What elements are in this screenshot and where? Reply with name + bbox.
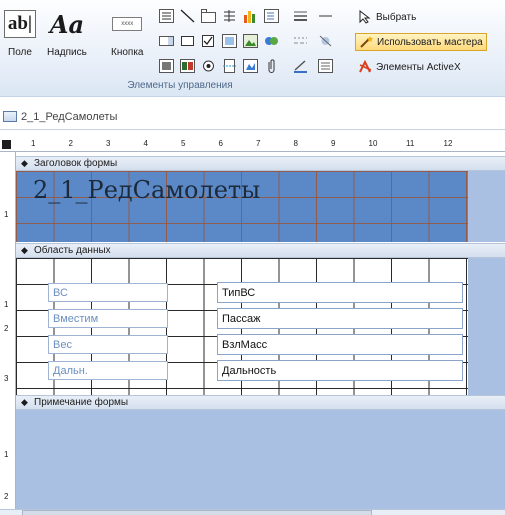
detail-section-label: Область данных xyxy=(34,245,111,256)
select-command[interactable]: Выбрать xyxy=(355,8,419,26)
horizontal-scrollbar[interactable] xyxy=(0,509,505,515)
detail-section-bar[interactable]: ◆ Область данных xyxy=(16,243,505,258)
textbox-icon: ab| xyxy=(4,10,36,38)
ribbon-controls-group: ab| Поле Aa Надпись xxxx Кнопка Выбрать … xyxy=(0,0,505,97)
field-button-label: Поле xyxy=(8,47,32,58)
ruler-mark: 10 xyxy=(368,139,378,148)
label-weight[interactable]: Вес xyxy=(48,335,168,354)
form-footer-section[interactable] xyxy=(16,410,505,509)
form-footer-bar[interactable]: ◆ Примечание формы xyxy=(16,395,505,410)
use-wizards-command[interactable]: Использовать мастера xyxy=(355,33,487,51)
line-tool-icon[interactable] xyxy=(179,8,196,24)
button-icon: xxxx xyxy=(112,17,143,31)
vertical-ruler[interactable]: 1 1 2 3 1 2 xyxy=(0,152,16,515)
magic-wand-icon xyxy=(358,35,374,49)
properties-icon[interactable] xyxy=(317,58,334,74)
ruler-mark: 1 xyxy=(4,300,9,309)
ruler-mark: 9 xyxy=(331,139,336,148)
toggle-button-icon[interactable] xyxy=(158,58,175,74)
label-icon: Aa xyxy=(49,9,84,39)
field-passengers[interactable]: Пассаж xyxy=(217,308,463,329)
line-type-icon[interactable] xyxy=(317,8,334,24)
special-effect-icon[interactable] xyxy=(317,33,334,49)
form-document-tab[interactable]: 2_1_РедСамолеты xyxy=(0,104,505,130)
combo-box-icon[interactable] xyxy=(158,33,175,49)
subform-icon[interactable] xyxy=(263,8,280,24)
pointer-icon xyxy=(357,10,373,24)
label-vs[interactable]: ВС xyxy=(48,283,168,302)
use-wizards-label: Использовать мастера xyxy=(377,36,483,48)
image-icon[interactable] xyxy=(242,33,259,49)
form-header-label: Заголовок формы xyxy=(34,158,118,169)
ruler-mark: 8 xyxy=(293,139,298,148)
ruler-mark: 2 xyxy=(4,492,9,501)
option-group-icon[interactable] xyxy=(221,8,238,24)
ruler-mark: 3 xyxy=(106,139,111,148)
ruler-mark: 1 xyxy=(4,210,9,219)
ruler-mark: 1 xyxy=(31,139,36,148)
form-tab-title: 2_1_РедСамолеты xyxy=(21,110,118,123)
ruler-mark: 4 xyxy=(143,139,148,148)
ruler-mark: 7 xyxy=(256,139,261,148)
ruler-mark: 1 xyxy=(4,450,9,459)
ruler-mark: 2 xyxy=(68,139,73,148)
option-button-icon[interactable] xyxy=(200,58,217,74)
caption-button[interactable]: Aa Надпись xyxy=(47,4,87,59)
list-box-icon[interactable] xyxy=(158,8,175,24)
hyperlink-icon[interactable] xyxy=(263,33,280,49)
scrollbar-thumb[interactable] xyxy=(22,510,372,515)
ruler-mark: 2 xyxy=(4,324,9,333)
paperclip-icon[interactable] xyxy=(263,58,280,74)
rectangle-icon[interactable] xyxy=(179,33,196,49)
field-takeoff-mass[interactable]: ВзлМасс xyxy=(217,334,463,355)
activex-command[interactable]: Элементы ActiveX xyxy=(355,58,464,76)
tab-control-icon[interactable] xyxy=(200,8,217,24)
label-range[interactable]: Дальн. xyxy=(48,361,168,380)
section-arrow-icon: ◆ xyxy=(21,158,28,168)
ruler-mark: 6 xyxy=(218,139,223,148)
line-thickness-icon[interactable] xyxy=(292,8,309,24)
ruler-mark: 3 xyxy=(4,374,9,383)
caption-button-label: Надпись xyxy=(47,47,87,58)
checkbox-icon[interactable] xyxy=(200,33,217,49)
activex-label: Элементы ActiveX xyxy=(376,61,461,73)
field-range[interactable]: Дальность xyxy=(217,360,463,381)
form-footer-label: Примечание формы xyxy=(34,397,129,408)
ruler-mark: 12 xyxy=(443,139,453,148)
section-arrow-icon: ◆ xyxy=(21,397,28,407)
horizontal-ruler[interactable]: 1 2 3 4 5 6 7 8 9 10 11 12 xyxy=(0,137,505,152)
field-type-vs[interactable]: ТипВС xyxy=(217,282,463,303)
activex-icon xyxy=(357,60,373,74)
command-button[interactable]: xxxx Кнопка xyxy=(111,4,143,58)
field-button[interactable]: ab| Поле xyxy=(4,4,36,58)
label-capacity[interactable]: Вместим xyxy=(48,309,168,328)
page-break-icon[interactable] xyxy=(221,58,238,74)
command-button-label: Кнопка xyxy=(111,47,144,58)
ruler-mark: 11 xyxy=(406,139,415,148)
section-arrow-icon: ◆ xyxy=(21,245,28,255)
chart-icon[interactable] xyxy=(242,8,259,24)
attachment-icon[interactable] xyxy=(242,58,259,74)
unbound-object-icon[interactable] xyxy=(179,58,196,74)
line-dash-icon[interactable] xyxy=(292,33,309,49)
ruler-mark: 5 xyxy=(181,139,186,148)
form-selector[interactable] xyxy=(2,140,11,149)
line-color-icon[interactable] xyxy=(292,58,309,74)
bound-object-icon[interactable] xyxy=(221,33,238,49)
group-label: Элементы управления xyxy=(127,80,233,91)
form-icon xyxy=(3,111,17,122)
form-title-label[interactable]: 2_1_РедСамолеты xyxy=(33,176,260,204)
form-header-bar[interactable]: ◆ Заголовок формы xyxy=(16,156,505,171)
select-command-label: Выбрать xyxy=(376,11,417,23)
ruler-ticks: 1 2 3 4 5 6 7 8 9 10 11 12 xyxy=(17,137,505,152)
